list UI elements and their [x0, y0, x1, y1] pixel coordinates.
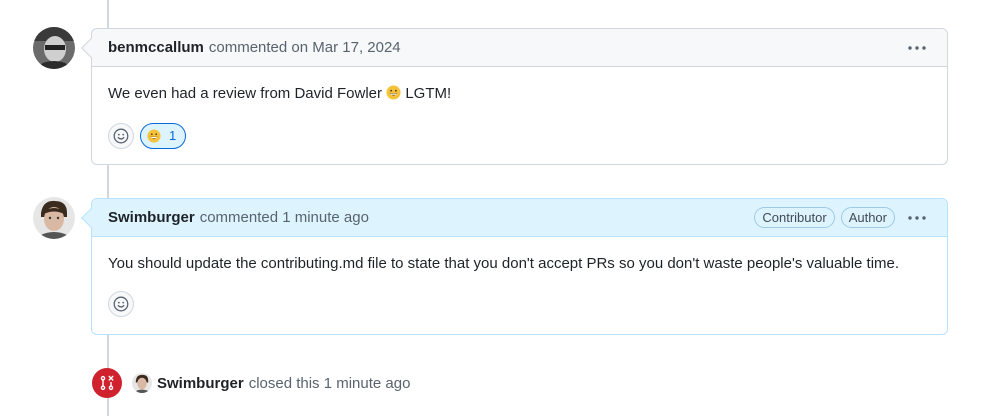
- more-options-button[interactable]: [903, 206, 931, 230]
- reaction-button-grinning[interactable]: 1: [140, 123, 187, 149]
- comment-timestamp[interactable]: commented on Mar 17, 2024: [209, 39, 401, 56]
- comment: Swimburger commented 1 minute ago Contri…: [81, 198, 948, 335]
- git-pull-request-closed-icon: [100, 375, 114, 391]
- closed-event: Swimburger closed this 1 minute ago: [92, 368, 410, 398]
- comment-header: benmccallum commented on Mar 17, 2024: [92, 29, 947, 67]
- comment-text: We even had a review from David Fowler L…: [108, 83, 931, 107]
- add-reaction-button[interactable]: [108, 291, 134, 317]
- comment-header: Swimburger commented 1 minute ago Contri…: [92, 199, 947, 237]
- comment-text-part: We even had a review from David Fowler: [108, 85, 387, 102]
- avatar[interactable]: [33, 27, 75, 69]
- comment-body: We even had a review from David Fowler L…: [92, 67, 947, 163]
- comment-timestamp[interactable]: commented 1 minute ago: [200, 209, 369, 226]
- reactions-bar: 1: [108, 123, 931, 149]
- comment-text: You should update the contributing.md fi…: [108, 255, 900, 272]
- more-options-button[interactable]: [903, 36, 931, 60]
- add-reaction-button[interactable]: [108, 123, 134, 149]
- comment-author[interactable]: Swimburger: [108, 209, 195, 226]
- event-text: closed this 1 minute ago: [248, 374, 411, 392]
- author-badge: Author: [840, 207, 895, 228]
- closed-event-badge: [92, 368, 122, 398]
- reaction-count: 1: [169, 128, 177, 143]
- smiley-icon: [113, 296, 129, 312]
- kebab-horizontal-icon: [908, 215, 926, 220]
- comment-body: You should update the contributing.md fi…: [92, 237, 947, 331]
- event-actor[interactable]: Swimburger: [157, 375, 244, 392]
- smiley-icon: [113, 128, 129, 144]
- comment: benmccallum commented on Mar 17, 2024 We…: [81, 28, 948, 165]
- grinning-face-emoji-icon: [386, 85, 401, 107]
- comment-author[interactable]: benmccallum: [108, 39, 204, 56]
- grinning-face-emoji-icon: [147, 129, 161, 143]
- contributor-badge: Contributor: [754, 207, 835, 228]
- kebab-horizontal-icon: [908, 45, 926, 50]
- avatar[interactable]: [33, 197, 75, 239]
- reactions-bar: [108, 291, 931, 317]
- comment-text-part: LGTM!: [401, 85, 452, 102]
- avatar[interactable]: [132, 373, 152, 393]
